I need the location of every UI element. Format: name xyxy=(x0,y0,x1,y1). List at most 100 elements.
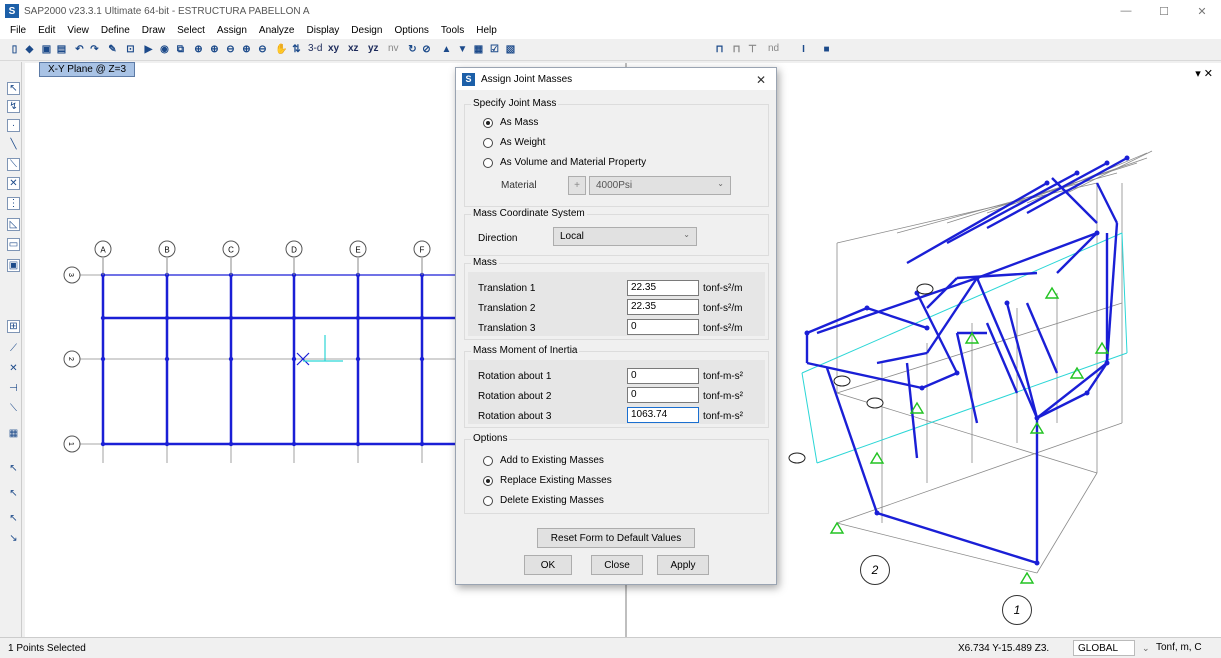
translation-3-input[interactable]: 0 xyxy=(627,319,699,335)
menu-options[interactable]: Options xyxy=(389,25,435,36)
previous-selection-icon[interactable]: ⊣ xyxy=(7,382,20,395)
maximize-button[interactable]: ☐ xyxy=(1145,0,1183,22)
ok-button[interactable]: OK xyxy=(524,555,572,575)
radio-as-volume[interactable]: As Volume and Material Property xyxy=(483,157,646,168)
quick-draw-icon[interactable]: ⊤ xyxy=(746,43,759,56)
menu-select[interactable]: Select xyxy=(172,25,212,36)
draw-joint-icon[interactable]: · xyxy=(7,119,20,132)
menu-analyze[interactable]: Analyze xyxy=(254,25,302,36)
radio-add-existing[interactable]: Add to Existing Masses xyxy=(483,455,604,466)
rotation-3-input[interactable]: 1063.74 xyxy=(627,407,699,423)
menu-file[interactable]: File xyxy=(5,25,33,36)
snap-icon[interactable]: ↘ xyxy=(7,532,20,545)
apply-button[interactable]: Apply xyxy=(657,555,709,575)
minimize-button[interactable]: — xyxy=(1107,0,1145,22)
quick-area-icon[interactable]: ▣ xyxy=(7,259,20,272)
radio-delete-existing-indicator[interactable] xyxy=(483,495,493,506)
draw-frame-alt-icon[interactable]: ⊓ xyxy=(730,43,743,56)
previous-select-pointer-icon[interactable]: ↖ xyxy=(7,487,20,500)
move-up-icon[interactable]: ▲ xyxy=(440,43,453,56)
chevron-down-icon[interactable]: ⌄ xyxy=(1142,643,1150,654)
zoom-window-icon[interactable]: ⊕ xyxy=(192,43,205,56)
new-model-icon[interactable]: ▯ xyxy=(8,43,21,56)
draw-area-icon[interactable]: ■ xyxy=(820,43,833,56)
perspective-icon[interactable]: ⊘ xyxy=(420,43,433,56)
object-shrink-icon[interactable]: ▦ xyxy=(472,43,485,56)
zoom-in-icon[interactable]: ⊕ xyxy=(208,43,221,56)
save-icon[interactable]: ▣ xyxy=(40,43,53,56)
draw-rect-area-icon[interactable]: ▭ xyxy=(7,238,20,251)
translation-1-input[interactable]: 22.35 xyxy=(627,280,699,296)
clear-pointer-icon[interactable]: ↖ xyxy=(7,512,20,525)
draw-frame-icon[interactable]: ⊓ xyxy=(713,43,726,56)
rotate-view-icon[interactable]: ↻ xyxy=(406,43,419,56)
menu-tools[interactable]: Tools xyxy=(436,25,471,36)
draw-section-cut-icon[interactable]: ⋮ xyxy=(7,197,20,210)
intersecting-line-icon[interactable]: ✕ xyxy=(7,362,20,375)
menu-view[interactable]: View xyxy=(62,25,96,36)
move-down-icon[interactable]: ▼ xyxy=(456,43,469,56)
draw-line-icon[interactable]: ╲ xyxy=(7,138,20,151)
select-all-icon[interactable]: ⊞ xyxy=(7,320,20,333)
close-button[interactable]: Close xyxy=(591,555,643,575)
view-3d-button[interactable]: 3-d xyxy=(308,43,322,54)
direction-select[interactable]: Local ⌄ xyxy=(553,227,697,246)
translation-2-input[interactable]: 22.35 xyxy=(627,299,699,315)
view-nv-button[interactable]: nv xyxy=(388,43,399,54)
snap-options-icon[interactable]: ▦ xyxy=(7,427,20,440)
refresh-view-icon[interactable]: ⧉ xyxy=(174,43,187,56)
print-icon[interactable]: ▤ xyxy=(55,43,68,56)
zoom-previous-icon[interactable]: ⊖ xyxy=(256,43,269,56)
clear-selection-icon[interactable]: ⟍ xyxy=(7,402,20,415)
view-xz-button[interactable]: xz xyxy=(348,43,359,54)
open-icon[interactable]: ◆ xyxy=(23,43,36,56)
set-view-icon[interactable]: ⇅ xyxy=(290,43,303,56)
select-line-icon[interactable]: ⟋ xyxy=(7,342,20,355)
menu-edit[interactable]: Edit xyxy=(33,25,62,36)
pointer-icon[interactable]: ↖ xyxy=(7,82,20,95)
lock-icon[interactable]: ⊡ xyxy=(124,43,137,56)
draw-cross-brace-icon[interactable]: ✕ xyxy=(7,177,20,190)
display-options-icon[interactable]: ☑ xyxy=(488,43,501,56)
radio-add-existing-indicator[interactable] xyxy=(483,455,493,466)
menu-design[interactable]: Design xyxy=(346,25,389,36)
radio-as-weight-indicator[interactable] xyxy=(483,137,493,148)
rotation-2-input[interactable]: 0 xyxy=(627,387,699,403)
radio-delete-existing[interactable]: Delete Existing Masses xyxy=(483,495,604,506)
reset-form-button[interactable]: Reset Form to Default Values xyxy=(537,528,695,548)
reshape-icon[interactable]: ↯ xyxy=(7,100,20,113)
undo-icon[interactable]: ↶ xyxy=(73,43,86,56)
radio-as-mass-indicator[interactable] xyxy=(483,117,493,128)
radio-as-weight[interactable]: As Weight xyxy=(483,137,545,148)
nd-button[interactable]: nd xyxy=(768,43,779,54)
radio-replace-existing[interactable]: Replace Existing Masses xyxy=(483,475,612,486)
section-i-icon[interactable]: I xyxy=(797,43,810,56)
menu-define[interactable]: Define xyxy=(96,25,137,36)
menu-display[interactable]: Display xyxy=(302,25,347,36)
dialog-close-icon[interactable]: ✕ xyxy=(756,73,766,87)
zoom-out-icon[interactable]: ⊖ xyxy=(224,43,237,56)
draw-poly-area-icon[interactable]: ◺ xyxy=(7,218,20,231)
radio-as-volume-indicator[interactable] xyxy=(483,157,493,168)
zoom-full-icon[interactable]: ⊕ xyxy=(240,43,253,56)
units-select[interactable]: Tonf, m, C xyxy=(1154,640,1218,656)
material-select[interactable]: 4000Psi ⌄ xyxy=(589,176,731,195)
coord-system-select[interactable]: GLOBAL xyxy=(1073,640,1135,656)
close-window-button[interactable]: ✕ xyxy=(1183,0,1221,22)
view-xy-button[interactable]: xy xyxy=(328,43,339,54)
dialog-title-bar[interactable]: S Assign Joint Masses ✕ xyxy=(456,68,776,90)
run-analysis-icon[interactable]: ▶ xyxy=(142,43,155,56)
grid-icon[interactable]: ▧ xyxy=(504,43,517,56)
menu-draw[interactable]: Draw xyxy=(137,25,172,36)
rotation-1-input[interactable]: 0 xyxy=(627,368,699,384)
redo-icon[interactable]: ↷ xyxy=(88,43,101,56)
draw-brace-icon[interactable]: ⟍ xyxy=(7,158,20,171)
material-add-button[interactable]: + xyxy=(568,176,586,195)
radio-as-mass[interactable]: As Mass xyxy=(483,117,538,128)
menu-assign[interactable]: Assign xyxy=(212,25,254,36)
radio-replace-existing-indicator[interactable] xyxy=(483,475,493,486)
select-all-pointer-icon[interactable]: ↖ xyxy=(7,462,20,475)
view-yz-button[interactable]: yz xyxy=(368,43,379,54)
edit-pencil-icon[interactable]: ✎ xyxy=(106,43,119,56)
menu-help[interactable]: Help xyxy=(471,25,504,36)
